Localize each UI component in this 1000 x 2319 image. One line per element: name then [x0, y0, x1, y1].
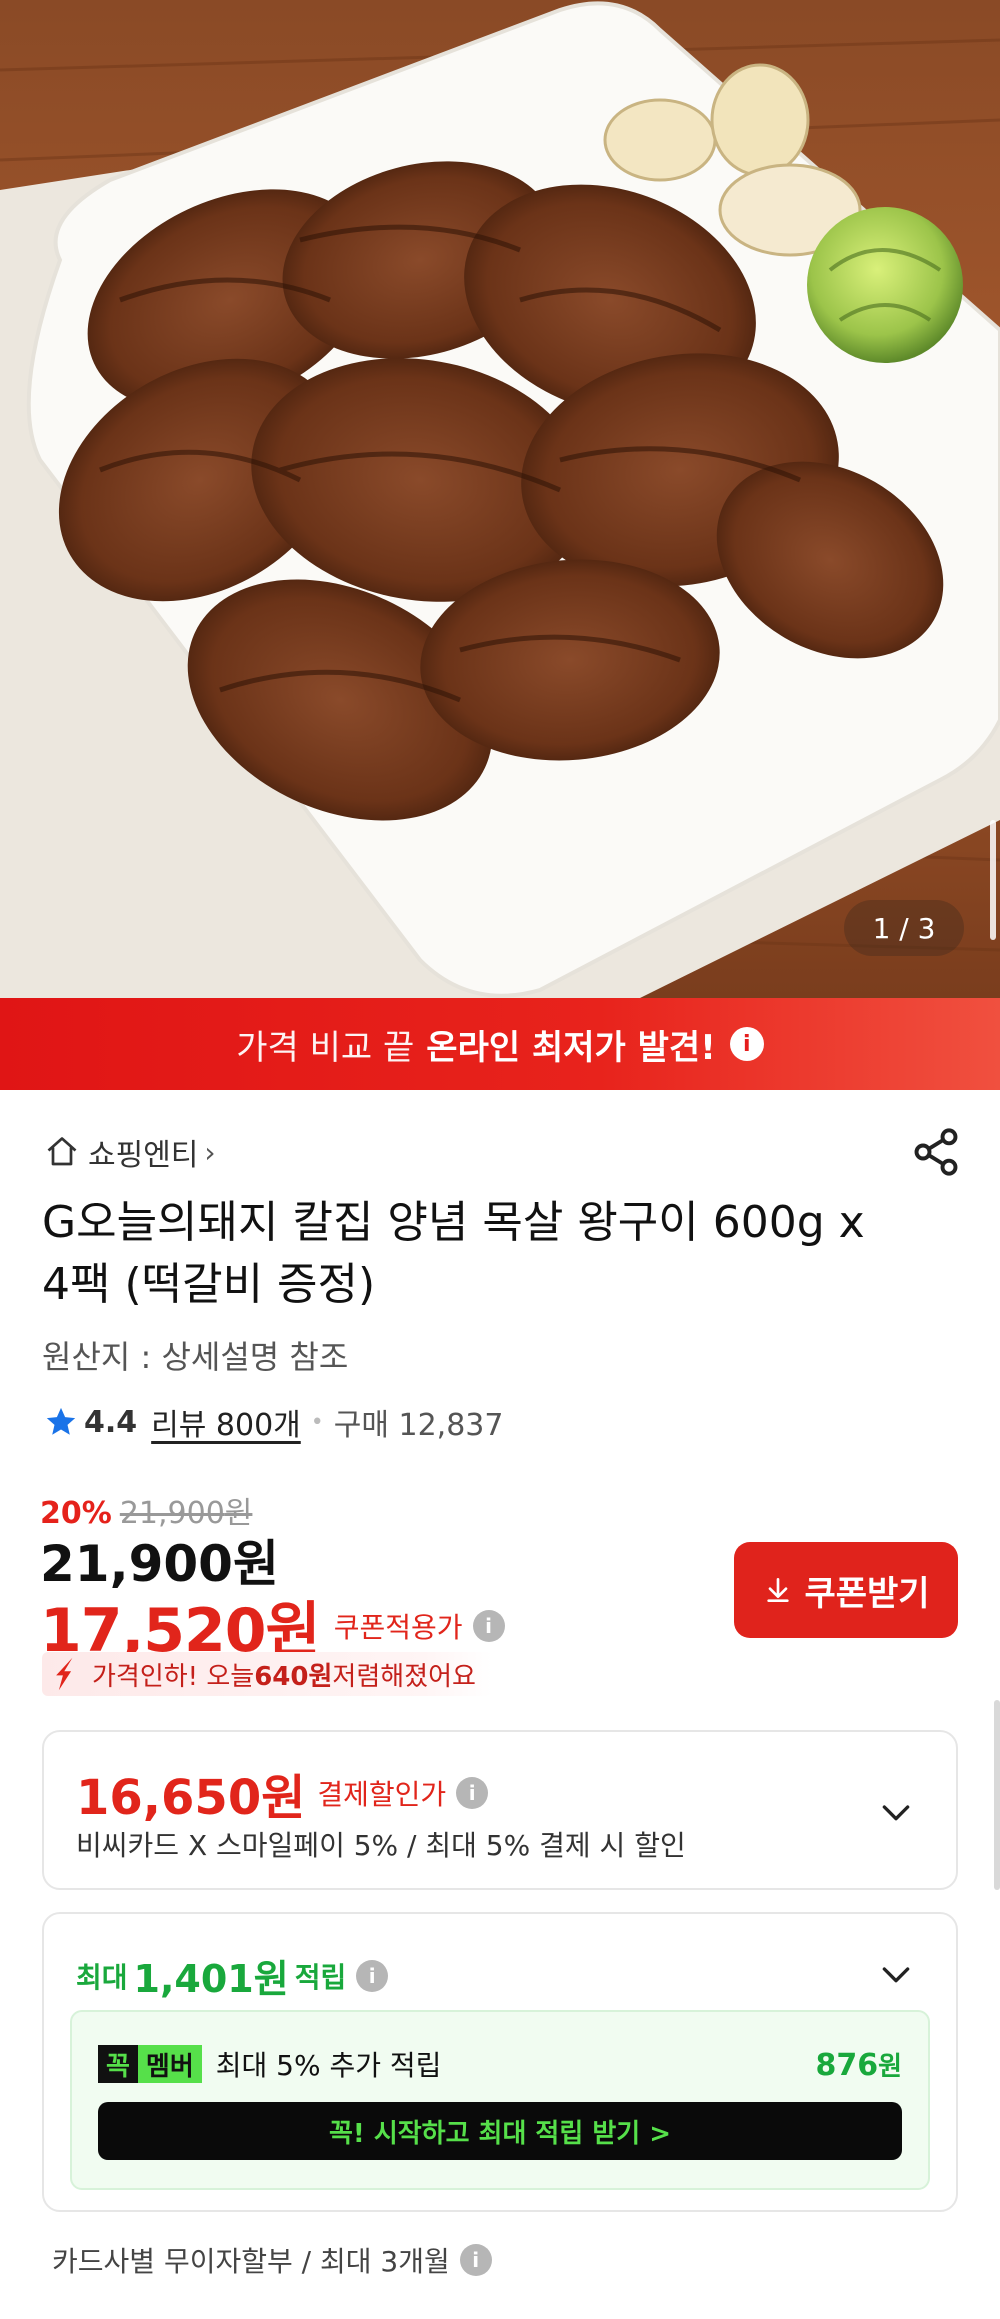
member-benefit-text: 최대 5% 추가 적립	[215, 2049, 442, 2082]
info-icon[interactable]: i	[472, 1609, 505, 1642]
home-icon	[47, 1137, 77, 1166]
member-row: 꼭 멤버 최대 5% 추가 적립 876원	[98, 2042, 902, 2086]
product-title: G오늘의돼지 칼집 양념 목살 왕구이 600g x 4팩 (떡갈비 증정)	[42, 1197, 865, 1310]
payment-discount-desc: 비씨카드 X 스마일페이 5% / 최대 5% 결제 시 할인	[76, 1829, 686, 1862]
banner-highlight: 온라인 최저가 발견!	[426, 1027, 716, 1068]
get-coupon-label: 쿠폰받기	[804, 1573, 930, 1614]
rating-score: 4.4	[84, 1404, 138, 1440]
installment-info: 카드사별 무이자할부 / 최대 3개월 i	[52, 2240, 492, 2280]
price-drop-amount: 640원	[254, 1661, 333, 1692]
installment-text: 카드사별 무이자할부 / 최대 3개월	[52, 2245, 450, 2278]
rating-summary: 4.4 리뷰 800개 • 구매 12,837	[44, 1400, 503, 1444]
member-points-value: 876	[815, 2047, 879, 2083]
price-drop-pre: 가격인하! 오늘	[92, 1661, 255, 1692]
price-drop-post: 저렴해졌어요	[332, 1661, 476, 1692]
down-arrow-icon	[56, 1657, 73, 1691]
lowest-price-banner[interactable]: 가격 비교 끝 온라인 최저가 발견! i	[0, 998, 1000, 1090]
points-card: 최대 1,401원 적립 i 꼭 멤버 최대 5% 추가 적립 876원 꼭! …	[42, 1912, 958, 2212]
info-icon[interactable]: i	[729, 1027, 764, 1061]
product-origin: 원산지 : 상세설명 참조	[42, 1338, 349, 1376]
member-points: 876원	[815, 2046, 902, 2083]
image-scroll-indicator	[990, 820, 996, 940]
separator-dot: •	[310, 1409, 324, 1435]
payment-discount-label: 결제할인가	[317, 1778, 447, 1811]
points-suffix: 적립	[294, 1960, 347, 1994]
image-counter: 1 / 3	[844, 900, 964, 956]
chevron-down-icon[interactable]	[876, 1954, 916, 1994]
member-benefit-box: 꼭 멤버 최대 5% 추가 적립 876원 꼭! 시작하고 최대 적립 받기 >	[70, 2010, 930, 2190]
points-amount: 1,401원	[133, 1957, 289, 2001]
info-icon[interactable]: i	[459, 2244, 492, 2276]
member-badge-right: 멤버	[137, 2045, 202, 2083]
star-icon	[46, 1407, 76, 1435]
price-drop-notice: 가격인하! 오늘 640원 저렴해졌어요	[42, 1652, 492, 1696]
grilled-pork-photo	[0, 0, 1000, 998]
reviews-link[interactable]: 리뷰 800개	[151, 1400, 301, 1444]
coupon-price-label: 쿠폰적용가	[333, 1610, 463, 1644]
chevron-right-icon: ›	[204, 1135, 216, 1169]
banner-prefix: 가격 비교 끝	[236, 1027, 415, 1068]
chevron-down-icon[interactable]	[876, 1792, 916, 1832]
member-badge-left: 꼭	[98, 2045, 138, 2083]
product-image-carousel[interactable]: 1 / 3	[0, 0, 1000, 998]
payment-discount-card[interactable]: 16,650원 결제할인가 i 비씨카드 X 스마일페이 5% / 최대 5% …	[42, 1730, 958, 1890]
payment-discount-price: 16,650원	[76, 1770, 306, 1826]
member-points-unit: 원	[878, 2051, 902, 2082]
start-membership-button[interactable]: 꼭! 시작하고 최대 적립 받기 >	[98, 2102, 902, 2160]
share-icon[interactable]	[910, 1126, 962, 1178]
info-icon[interactable]: i	[356, 1959, 389, 1992]
points-header: 최대 1,401원 적립 i	[76, 1948, 389, 2003]
points-prefix: 최대	[76, 1960, 128, 1994]
get-coupon-button[interactable]: 쿠폰받기	[734, 1542, 958, 1638]
store-name: 쇼핑엔티	[88, 1138, 199, 1173]
download-icon	[767, 1578, 790, 1602]
purchase-count: 구매 12,837	[333, 1408, 504, 1443]
info-icon[interactable]: i	[456, 1777, 489, 1809]
store-link[interactable]: 쇼핑엔티 ›	[44, 1130, 216, 1174]
page-scrollbar[interactable]	[994, 1700, 1000, 1890]
member-badge: 꼭 멤버	[98, 2045, 202, 2083]
payment-discount-row: 16,650원 결제할인가 i	[76, 1758, 489, 1828]
